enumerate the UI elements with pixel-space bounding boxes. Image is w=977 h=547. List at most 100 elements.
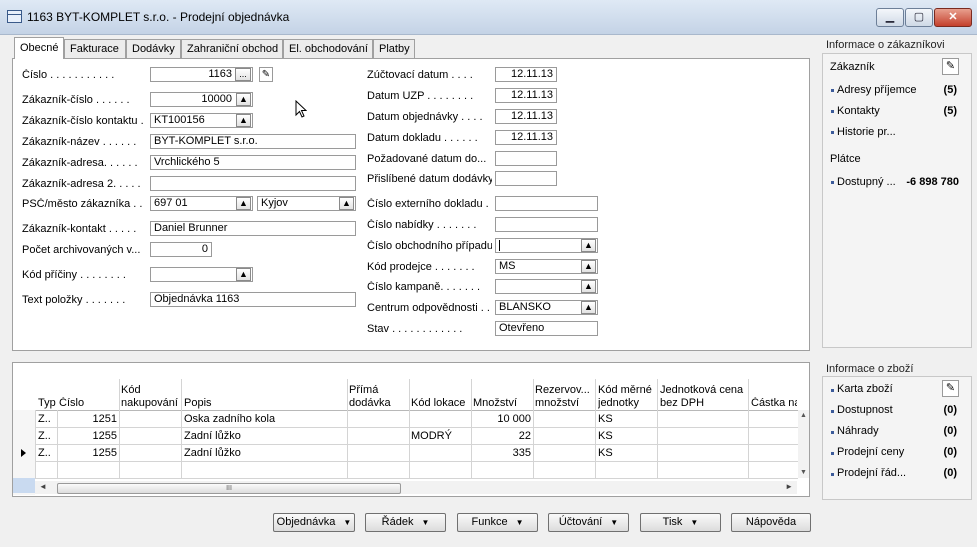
col-header-jednotkova-cena[interactable]: Jednotková cena bez DPH	[660, 384, 748, 410]
factbox-link-kontakty[interactable]: Kontakty	[837, 105, 880, 117]
uctovani-menu-button[interactable]: Účtování ▼	[548, 513, 629, 532]
field-pozadovane-datum[interactable]	[495, 151, 557, 166]
table-cell-mnozstvi[interactable]: 22	[473, 428, 531, 444]
table-cell-popis[interactable]: Zadní lůžko	[184, 428, 344, 444]
lookup-arrow-icon[interactable]: ▲	[236, 268, 251, 281]
field-cislo-nabidky[interactable]	[495, 217, 598, 232]
col-header-rezervovane-mnozstvi[interactable]: Rezervov... množství	[535, 384, 595, 410]
field-prislibene-datum[interactable]	[495, 171, 557, 186]
field-pocet-archivovanych[interactable]: 0	[150, 242, 212, 257]
new-row-selector[interactable]	[13, 478, 35, 493]
col-header-popis[interactable]: Popis	[184, 397, 344, 410]
lookup-arrow-icon[interactable]: ▲	[581, 280, 596, 293]
factbox-link-karta-zbozi[interactable]: Karta zboží	[837, 383, 893, 395]
tisk-menu-button[interactable]: Tisk ▼	[640, 513, 721, 532]
col-header-prima-dodavka[interactable]: Přímá dodávka	[349, 384, 407, 410]
factbox-link-historie[interactable]: Historie pr...	[837, 126, 896, 138]
mouse-cursor-icon	[295, 99, 308, 121]
factbox-link-prodejni-ceny[interactable]: Prodejní ceny	[837, 446, 904, 458]
field-datum-objednavky[interactable]: 12.11.13	[495, 109, 557, 124]
scroll-up-icon[interactable]: ▲	[800, 412, 807, 419]
factbox-count-kontakty: (5)	[943, 105, 957, 117]
tab-obecne[interactable]: Obecné	[14, 37, 64, 59]
factbox-count-nahrady: (0)	[943, 425, 957, 437]
maximize-button[interactable]: ▢	[905, 8, 933, 27]
tab-dodavky[interactable]: Dodávky	[126, 39, 181, 58]
field-zakaznik-adresa-2[interactable]	[150, 176, 356, 191]
table-cell-cislo[interactable]: 1255	[59, 428, 117, 444]
factbox-link-nahrady[interactable]: Náhrady	[837, 425, 879, 437]
table-cell-typ[interactable]: Z..	[38, 445, 56, 461]
label-zakaznik-cislo: Zákazník-číslo . . . . . .	[22, 94, 130, 106]
table-cell-kod-lokace[interactable]	[411, 445, 469, 461]
table-cell-mnozstvi[interactable]: 335	[473, 445, 531, 461]
assist-edit-button[interactable]: ...	[235, 68, 251, 81]
vertical-scrollbar[interactable]: ▲ ▼	[798, 410, 809, 478]
field-datum-uzp[interactable]: 12.11.13	[495, 88, 557, 103]
field-zakaznik-adresa[interactable]: Vrchlického 5	[150, 155, 356, 170]
scroll-left-icon[interactable]: ◄	[39, 482, 47, 491]
lookup-arrow-icon[interactable]: ▲	[581, 260, 596, 273]
col-divider	[181, 379, 182, 478]
field-datum-dokladu[interactable]: 12.11.13	[495, 130, 557, 145]
header-divider	[13, 410, 798, 411]
table-cell-cislo[interactable]: 1255	[59, 445, 117, 461]
col-header-typ[interactable]: Typ	[38, 397, 58, 410]
table-cell-cislo[interactable]: 1251	[59, 411, 117, 427]
table-cell-kod-lokace[interactable]	[411, 411, 469, 427]
edit-icon[interactable]: ✎	[942, 58, 959, 75]
radek-menu-button[interactable]: Řádek ▼	[365, 513, 446, 532]
tab-el-obchodovani[interactable]: El. obchodování	[283, 39, 373, 58]
col-header-kod-lokace[interactable]: Kód lokace	[411, 397, 471, 410]
col-divider	[471, 379, 472, 478]
lookup-arrow-icon[interactable]: ▲	[236, 93, 251, 106]
lookup-arrow-icon[interactable]: ▲	[581, 301, 596, 314]
napoveda-button[interactable]: Nápověda	[731, 513, 811, 532]
label-kod-prodejce: Kód prodejce . . . . . . .	[367, 261, 475, 273]
table-cell-typ[interactable]: Z..	[38, 428, 56, 444]
horizontal-scrollbar[interactable]: ◄ III ►	[35, 481, 797, 494]
table-cell-uom[interactable]: KS	[598, 411, 654, 427]
scroll-down-icon[interactable]: ▼	[800, 469, 807, 476]
funkce-menu-button[interactable]: Funkce ▼	[457, 513, 538, 532]
label-zakaznik-adresa-2: Zákazník-adresa 2. . . . .	[22, 178, 141, 190]
table-cell-popis[interactable]: Zadní lůžko	[184, 445, 344, 461]
scroll-thumb[interactable]: III	[57, 483, 401, 494]
factbox-link-dostupny[interactable]: Dostupný ...	[837, 176, 896, 188]
col-header-mnozstvi[interactable]: Množství	[473, 397, 533, 410]
table-cell-mnozstvi[interactable]: 10 000	[473, 411, 531, 427]
field-zakaznik-kontakt[interactable]: Daniel Brunner	[150, 221, 356, 236]
tab-zahranicni-obchod[interactable]: Zahraniční obchod	[181, 39, 283, 58]
text-caret	[499, 240, 500, 251]
field-cislo-externiho-dokladu[interactable]	[495, 196, 598, 211]
field-zuctovaci-datum[interactable]: 12.11.13	[495, 67, 557, 82]
close-button[interactable]: ✕	[934, 8, 972, 27]
table-cell-popis[interactable]: Oska zadního kola	[184, 411, 344, 427]
field-text-polozky[interactable]: Objednávka 1163	[150, 292, 356, 307]
table-cell-uom[interactable]: KS	[598, 428, 654, 444]
col-header-kod-merne-jednotky[interactable]: Kód měrné jednotky	[598, 384, 656, 410]
customer-factbox-title: Informace o zákazníkovi	[826, 39, 945, 51]
lookup-arrow-icon[interactable]: ▲	[236, 197, 251, 210]
minimize-button[interactable]: ▁	[876, 8, 904, 27]
lookup-arrow-icon[interactable]: ▲	[581, 239, 596, 252]
col-header-kod-nakupovani[interactable]: Kód nakupování	[121, 384, 183, 410]
table-cell-typ[interactable]: Z..	[38, 411, 56, 427]
edit-icon[interactable]: ✎	[942, 380, 959, 397]
table-cell-uom[interactable]: KS	[598, 445, 654, 461]
tab-fakturace[interactable]: Fakturace	[64, 39, 126, 58]
tab-platby[interactable]: Platby	[373, 39, 415, 58]
label-centrum-odpovednosti: Centrum odpovědnosti . .	[367, 302, 490, 314]
lookup-arrow-icon[interactable]: ▲	[339, 197, 354, 210]
col-header-castka[interactable]: Částka na	[751, 397, 797, 410]
lookup-arrow-icon[interactable]: ▲	[236, 114, 251, 127]
field-zakaznik-nazev[interactable]: BYT-KOMPLET s.r.o.	[150, 134, 356, 149]
factbox-link-adresy-prijemce[interactable]: Adresy příjemce	[837, 84, 916, 96]
scroll-right-icon[interactable]: ►	[785, 482, 793, 491]
factbox-link-prodejni-rad[interactable]: Prodejní řád...	[837, 467, 906, 479]
objednavka-menu-button[interactable]: Objednávka ▼	[273, 513, 355, 532]
table-cell-kod-lokace[interactable]: MODRÝ	[411, 428, 469, 444]
pencil-icon[interactable]: ✎	[259, 67, 273, 82]
factbox-link-dostupnost[interactable]: Dostupnost	[837, 404, 893, 416]
col-header-cislo[interactable]: Číslo	[59, 397, 117, 410]
